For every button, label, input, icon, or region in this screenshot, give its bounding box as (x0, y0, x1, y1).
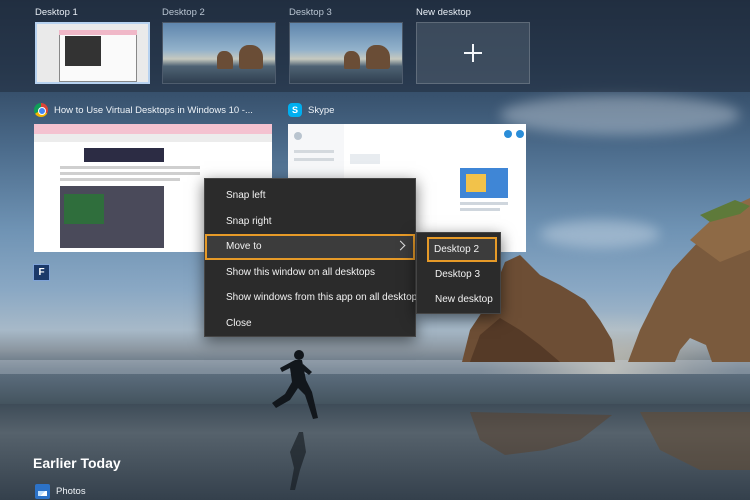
text-line (460, 208, 500, 211)
call-button (504, 130, 512, 138)
window-title: Skype (308, 104, 335, 116)
submenu-item-desktop-3[interactable]: Desktop 3 (417, 262, 500, 287)
avatar (294, 132, 302, 140)
text-line (60, 172, 200, 175)
window-header: S Skype (288, 102, 334, 118)
window-context-menu: Snap left Snap right Move to Show this w… (204, 178, 422, 337)
menu-item-show-app-all-desktops[interactable]: Show windows from this app on all deskto… (205, 285, 422, 311)
text-line (60, 178, 180, 181)
desktop-label: Desktop 2 (162, 7, 205, 18)
skype-icon: S (288, 103, 302, 117)
new-desktop-button[interactable] (416, 22, 530, 84)
desktop-3-thumbnail[interactable] (289, 22, 403, 84)
new-desktop-label: New desktop (416, 7, 471, 18)
browser-addressbar (34, 134, 272, 142)
mini-rock (366, 45, 390, 69)
list-line (294, 150, 334, 153)
menu-item-snap-right[interactable]: Snap right (205, 209, 415, 235)
mini-rock (217, 51, 233, 69)
message-bubble (350, 154, 380, 164)
photos-icon (35, 484, 50, 499)
mini-window-tabbar (59, 30, 137, 35)
submenu-item-desktop-2[interactable]: Desktop 2 (427, 237, 497, 262)
text-line (460, 202, 508, 205)
chrome-icon (34, 103, 48, 117)
menu-item-label: Move to (226, 241, 262, 252)
app-f-icon[interactable]: F (33, 264, 50, 281)
window-title: How to Use Virtual Desktops in Windows 1… (54, 104, 253, 116)
window-header: How to Use Virtual Desktops in Windows 1… (34, 102, 253, 118)
desktop-2-thumbnail[interactable] (162, 22, 276, 84)
browser-tabbar (34, 124, 272, 134)
menu-item-close[interactable]: Close (205, 311, 415, 337)
article-screenshot-detail (64, 194, 104, 224)
shared-image-detail (466, 174, 486, 192)
desktop-label: Desktop 3 (289, 7, 332, 18)
list-line (294, 158, 334, 161)
article-banner (84, 148, 164, 162)
timeline-item-label: Photos (56, 486, 86, 497)
mini-window-content (65, 36, 101, 66)
menu-item-snap-left[interactable]: Snap left (205, 183, 415, 209)
menu-item-show-window-all-desktops[interactable]: Show this window on all desktops (205, 260, 415, 286)
mini-rock (239, 45, 263, 69)
virtual-desktop-bar: Desktop 1 Desktop 2 Desktop 3 New deskto… (0, 0, 750, 92)
timeline-heading: Earlier Today (33, 455, 121, 471)
desktop-1-thumbnail[interactable] (35, 22, 150, 84)
text-line (60, 166, 200, 169)
move-to-submenu: Desktop 2 Desktop 3 New desktop (416, 232, 501, 314)
plus-icon (464, 44, 482, 62)
submenu-item-new-desktop[interactable]: New desktop (417, 287, 500, 312)
video-button (516, 130, 524, 138)
menu-item-move-to[interactable]: Move to (205, 234, 415, 260)
desktop-label: Desktop 1 (35, 7, 78, 18)
timeline-item-photos[interactable]: Photos (35, 484, 86, 499)
chevron-right-icon (395, 240, 406, 251)
mini-rock (344, 51, 360, 69)
